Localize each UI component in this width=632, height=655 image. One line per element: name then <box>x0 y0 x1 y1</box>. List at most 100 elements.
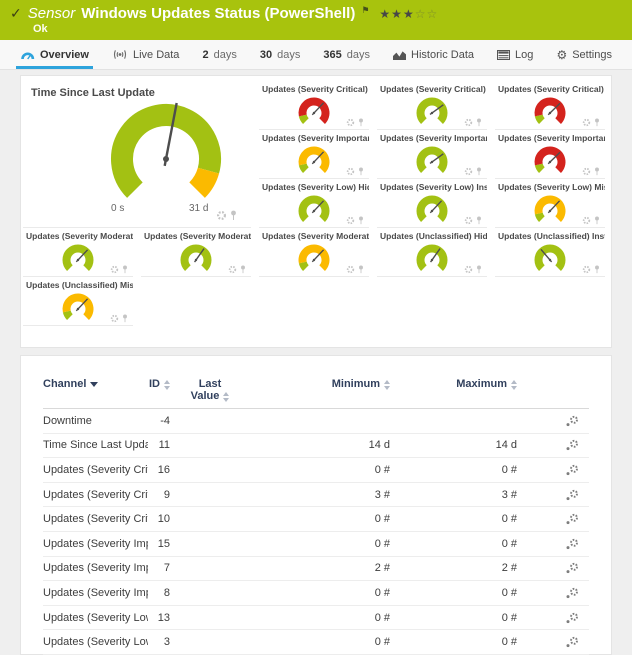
flag-icon[interactable]: ⚑ <box>361 6 369 16</box>
column-header-last-value[interactable]: Last Value <box>170 378 250 402</box>
tab-historic-data[interactable]: Historic Data <box>387 40 480 69</box>
minimum-cell: 0 # <box>250 612 390 624</box>
channel-settings-button[interactable] <box>517 415 589 427</box>
gauge-gear-icon[interactable] <box>110 265 119 274</box>
gauge-pin-icon[interactable] <box>230 210 237 221</box>
gauge-cell[interactable]: Updates (Severity Low) Install... <box>377 179 487 228</box>
maximum-cell: 0 # <box>390 636 517 648</box>
gauge-gear-icon[interactable] <box>582 216 591 225</box>
channel-name-cell[interactable]: Downtime <box>43 415 148 427</box>
channel-name-cell[interactable]: Time Since Last Update <box>43 439 148 451</box>
tab-30-days[interactable]: 30 days <box>254 40 307 69</box>
channel-settings-gears-icon <box>565 464 579 476</box>
tab-live-data[interactable]: Live Data <box>106 40 185 69</box>
channel-settings-button[interactable] <box>517 562 589 574</box>
gauge-cell[interactable]: Updates (Severity Important) ... <box>377 130 487 179</box>
tab-settings[interactable]: ⚙ Settings <box>550 40 618 69</box>
channel-name-cell[interactable]: Updates (Severity Critic... <box>43 464 148 476</box>
gauge-title: Updates (Severity Moderate) I... <box>141 228 251 241</box>
gauge-pin-icon[interactable] <box>594 265 600 274</box>
gauge-pin-icon[interactable] <box>476 216 482 225</box>
channel-settings-button[interactable] <box>517 636 589 648</box>
channel-settings-button[interactable] <box>517 513 589 525</box>
gauge-gear-icon[interactable] <box>110 314 119 323</box>
gauge-pin-icon[interactable] <box>122 265 128 274</box>
column-header-settings <box>517 378 589 402</box>
minimum-cell: 0 # <box>250 464 390 476</box>
tab-log[interactable]: Log <box>491 40 539 69</box>
channel-name-cell[interactable]: Updates (Severity Low) ... <box>43 636 148 648</box>
gauge-chart <box>410 94 454 128</box>
gauge-gear-icon[interactable] <box>582 265 591 274</box>
gauge-time-since-last-update[interactable]: Time Since Last Update 0 s 31 d <box>23 81 251 228</box>
gauge-pin-icon[interactable] <box>358 118 364 127</box>
gauge-cell[interactable]: Updates (Unclassified) Install... <box>495 228 605 277</box>
gauge-pin-icon[interactable] <box>358 216 364 225</box>
tab-bar: Overview Live Data 2 days 30 days 365 da… <box>0 40 632 70</box>
gauge-cell[interactable]: Updates (Unclassified) Missing <box>23 277 133 326</box>
channel-settings-button[interactable] <box>517 612 589 624</box>
gauge-gear-icon[interactable] <box>228 265 237 274</box>
gauge-pin-icon[interactable] <box>476 265 482 274</box>
channel-name-cell[interactable]: Updates (Severity Impo... <box>43 538 148 550</box>
gauge-cell[interactable]: Updates (Severity Critical) Mi... <box>495 81 605 130</box>
gauge-gear-icon[interactable] <box>464 265 473 274</box>
sensor-header: ✓ Sensor Windows Updates Status (PowerSh… <box>0 0 632 40</box>
gauge-gear-icon[interactable] <box>582 118 591 127</box>
channel-name-cell[interactable]: Updates (Severity Critic... <box>43 489 148 501</box>
channel-name-cell[interactable]: Updates (Severity Impo... <box>43 587 148 599</box>
channel-name-cell[interactable]: Updates (Severity Impo... <box>43 562 148 574</box>
gauge-title: Updates (Severity Moderate) ... <box>259 228 369 241</box>
gauge-gear-icon[interactable] <box>582 167 591 176</box>
channel-name-cell[interactable]: Updates (Severity Low) ... <box>43 612 148 624</box>
gauge-pin-icon[interactable] <box>594 167 600 176</box>
channel-name-cell[interactable]: Updates (Severity Critic... <box>43 513 148 525</box>
gauge-cell[interactable]: Updates (Severity Moderate) ... <box>259 228 369 277</box>
channel-settings-button[interactable] <box>517 538 589 550</box>
gauge-gear-icon[interactable] <box>346 265 355 274</box>
gauge-gear-icon[interactable] <box>346 118 355 127</box>
tab-label: Log <box>515 49 533 61</box>
gauge-cell[interactable]: Updates (Severity Critical) Ins... <box>377 81 487 130</box>
gauge-cell[interactable]: Updates (Severity Important) ... <box>495 130 605 179</box>
gauge-cell[interactable]: Updates (Severity Critical) Hi... <box>259 81 369 130</box>
gauge-gear-icon[interactable] <box>346 167 355 176</box>
gauge-gear-icon[interactable] <box>346 216 355 225</box>
gauge-gear-icon[interactable] <box>464 167 473 176</box>
gauge-cell[interactable]: Updates (Severity Low) Hidden <box>259 179 369 228</box>
gauge-pin-icon[interactable] <box>594 118 600 127</box>
gauge-gear-icon[interactable] <box>464 216 473 225</box>
tab-2-days[interactable]: 2 days <box>196 40 242 69</box>
gauge-gear-icon[interactable] <box>216 210 227 221</box>
column-header-minimum[interactable]: Minimum <box>250 378 390 402</box>
gauge-pin-icon[interactable] <box>240 265 246 274</box>
gauge-gear-icon[interactable] <box>464 118 473 127</box>
column-header-maximum[interactable]: Maximum <box>390 378 517 402</box>
tab-365-days[interactable]: 365 days <box>317 40 376 69</box>
channel-settings-gears-icon <box>565 636 579 648</box>
gauge-cell[interactable]: Updates (Severity Important) ... <box>259 130 369 179</box>
gauge-pin-icon[interactable] <box>476 167 482 176</box>
gauge-cell[interactable]: Updates (Severity Low) Missi... <box>495 179 605 228</box>
gauge-cell[interactable]: Updates (Severity Moderate) I... <box>141 228 251 277</box>
gauge-cell[interactable]: Updates (Severity Moderate) ... <box>23 228 133 277</box>
channel-settings-button[interactable] <box>517 587 589 599</box>
overview-gauge-icon <box>20 49 35 60</box>
gauge-pin-icon[interactable] <box>122 314 128 323</box>
priority-stars[interactable]: ★★★☆☆ <box>379 7 438 21</box>
gauge-pin-icon[interactable] <box>476 118 482 127</box>
gauge-cell[interactable]: Updates (Unclassified) Hidden <box>377 228 487 277</box>
minimum-cell: 2 # <box>250 562 390 574</box>
tab-overview[interactable]: Overview <box>14 40 95 69</box>
channel-settings-button[interactable] <box>517 464 589 476</box>
table-row: Updates (Severity Impo... 7 2 # 2 # <box>43 557 589 582</box>
channel-settings-button[interactable] <box>517 439 589 451</box>
gauge-pin-icon[interactable] <box>358 167 364 176</box>
gauge-pin-icon[interactable] <box>358 265 364 274</box>
id-cell: 9 <box>148 489 170 501</box>
column-header-id[interactable]: ID <box>148 378 170 402</box>
gauge-title: Updates (Severity Important) ... <box>377 130 487 143</box>
column-header-channel[interactable]: Channel <box>43 378 148 402</box>
channel-settings-button[interactable] <box>517 489 589 501</box>
gauge-pin-icon[interactable] <box>594 216 600 225</box>
